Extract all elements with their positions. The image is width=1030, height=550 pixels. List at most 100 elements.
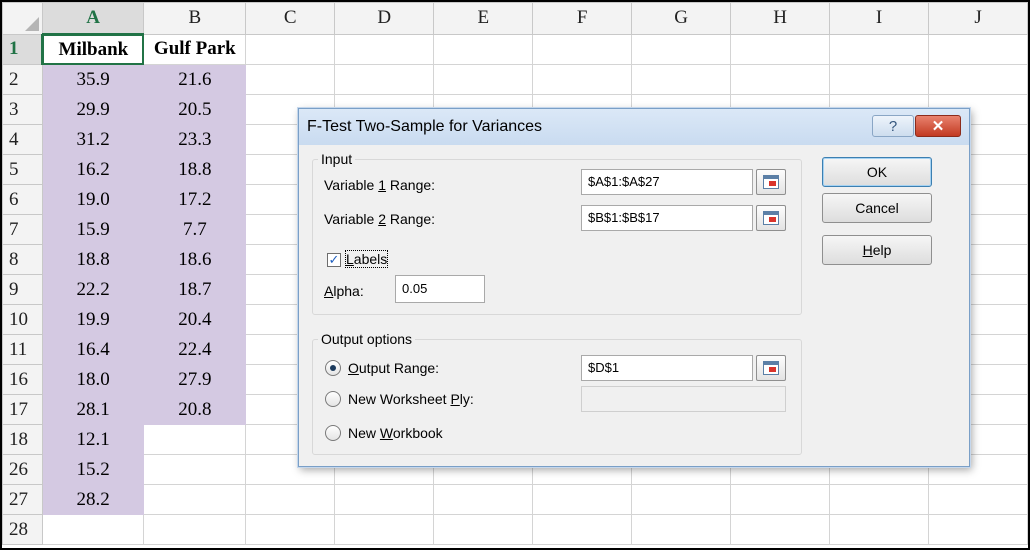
cell-a-10[interactable]: 19.9 — [41, 304, 145, 335]
labels-label[interactable]: Labels — [344, 250, 389, 268]
cell-h-27[interactable] — [730, 484, 831, 515]
cell-b-10[interactable]: 20.4 — [143, 304, 247, 335]
row-header[interactable]: 17 — [2, 394, 43, 425]
row-header[interactable]: 8 — [2, 244, 43, 275]
row-header[interactable]: 28 — [2, 514, 43, 545]
variable-1-range-picker-button[interactable] — [756, 169, 786, 195]
row-header[interactable]: 10 — [2, 304, 43, 335]
row-header[interactable]: 7 — [2, 214, 43, 245]
output-range-radio[interactable] — [325, 360, 341, 376]
cell-b-17[interactable]: 20.8 — [143, 394, 247, 425]
cell-i-28[interactable] — [829, 514, 930, 545]
cell-d-1[interactable] — [334, 33, 435, 65]
cell-a-8[interactable]: 18.8 — [41, 244, 145, 275]
cell-b-6[interactable]: 17.2 — [143, 184, 247, 215]
cell-a-27[interactable]: 28.2 — [41, 484, 145, 515]
row-header[interactable]: 27 — [2, 484, 43, 515]
cell-b-26[interactable] — [143, 454, 247, 485]
cell-a-18[interactable]: 12.1 — [41, 424, 145, 455]
row-header[interactable]: 11 — [2, 334, 43, 365]
cell-d-28[interactable] — [334, 514, 435, 545]
column-header-g[interactable]: G — [631, 2, 732, 35]
cell-a-16[interactable]: 18.0 — [41, 364, 145, 395]
new-workbook-label[interactable]: New Workbook — [348, 425, 443, 441]
cell-a-28[interactable] — [41, 514, 145, 545]
row-header[interactable]: 3 — [2, 94, 43, 125]
cell-h-2[interactable] — [730, 64, 831, 95]
column-header-d[interactable]: D — [334, 2, 435, 35]
cell-j-1[interactable] — [928, 33, 1028, 65]
cell-i-2[interactable] — [829, 64, 930, 95]
column-header-j[interactable]: J — [928, 2, 1028, 35]
row-header[interactable]: 2 — [2, 64, 43, 95]
column-header-i[interactable]: I — [829, 2, 930, 35]
help-button[interactable]: Help — [822, 235, 932, 265]
cell-j-28[interactable] — [928, 514, 1028, 545]
row-header[interactable]: 6 — [2, 184, 43, 215]
column-header-f[interactable]: F — [532, 2, 633, 35]
cell-g-2[interactable] — [631, 64, 732, 95]
cell-b-8[interactable]: 18.6 — [143, 244, 247, 275]
cell-f-28[interactable] — [532, 514, 633, 545]
cell-b-4[interactable]: 23.3 — [143, 124, 247, 155]
cell-b-16[interactable]: 27.9 — [143, 364, 247, 395]
cell-b-7[interactable]: 7.7 — [143, 214, 247, 245]
cell-d-2[interactable] — [334, 64, 435, 95]
new-worksheet-ply-radio[interactable] — [325, 391, 341, 407]
row-header[interactable]: 5 — [2, 154, 43, 185]
variable-2-range-picker-button[interactable] — [756, 205, 786, 231]
cell-a-17[interactable]: 28.1 — [41, 394, 145, 425]
cell-g-28[interactable] — [631, 514, 732, 545]
cell-c-1[interactable] — [245, 33, 336, 65]
cell-b-2[interactable]: 21.6 — [143, 64, 247, 95]
alpha-input[interactable]: 0.05 — [395, 275, 485, 303]
new-workbook-radio[interactable] — [325, 425, 341, 441]
cell-a-4[interactable]: 31.2 — [41, 124, 145, 155]
cell-e-1[interactable] — [433, 33, 534, 65]
cell-e-2[interactable] — [433, 64, 534, 95]
cell-e-28[interactable] — [433, 514, 534, 545]
cell-b-1[interactable]: Gulf Park — [143, 33, 247, 65]
cell-b-18[interactable] — [143, 424, 247, 455]
cell-b-28[interactable] — [143, 514, 247, 545]
column-header-h[interactable]: H — [730, 2, 831, 35]
cell-b-9[interactable]: 18.7 — [143, 274, 247, 305]
labels-checkbox[interactable]: ✓ — [327, 253, 341, 267]
cell-f-1[interactable] — [532, 33, 633, 65]
cell-a-3[interactable]: 29.9 — [41, 94, 145, 125]
row-header[interactable]: 18 — [2, 424, 43, 455]
cell-a-11[interactable]: 16.4 — [41, 334, 145, 365]
row-header[interactable]: 26 — [2, 454, 43, 485]
cell-d-27[interactable] — [334, 484, 435, 515]
cell-a-1[interactable]: Milbank — [41, 33, 145, 65]
column-header-c[interactable]: C — [245, 2, 336, 35]
cell-f-27[interactable] — [532, 484, 633, 515]
cell-b-3[interactable]: 20.5 — [143, 94, 247, 125]
output-range-label[interactable]: Output Range: — [348, 360, 439, 376]
ok-button[interactable]: OK — [822, 157, 932, 187]
cell-a-5[interactable]: 16.2 — [41, 154, 145, 185]
output-range-picker-button[interactable] — [756, 355, 786, 381]
cell-i-1[interactable] — [829, 33, 930, 65]
cell-b-11[interactable]: 22.4 — [143, 334, 247, 365]
column-header-e[interactable]: E — [433, 2, 534, 35]
column-header-b[interactable]: B — [143, 2, 247, 35]
cell-i-27[interactable] — [829, 484, 930, 515]
cancel-button[interactable]: Cancel — [822, 193, 932, 223]
cell-b-27[interactable] — [143, 484, 247, 515]
row-header[interactable]: 1 — [2, 33, 44, 65]
cell-h-1[interactable] — [730, 33, 831, 65]
variable-1-range-input[interactable]: $A$1:$A$27 — [581, 169, 753, 195]
row-header[interactable]: 9 — [2, 274, 43, 305]
row-header[interactable]: 4 — [2, 124, 43, 155]
cell-e-27[interactable] — [433, 484, 534, 515]
help-question-icon[interactable]: ? — [872, 115, 914, 137]
output-range-input[interactable]: $D$1 — [581, 355, 753, 381]
cell-g-1[interactable] — [631, 33, 732, 65]
cell-c-27[interactable] — [245, 484, 336, 515]
select-all-corner[interactable] — [2, 2, 43, 35]
cell-a-7[interactable]: 15.9 — [41, 214, 145, 245]
cell-a-26[interactable]: 15.2 — [41, 454, 145, 485]
cell-g-27[interactable] — [631, 484, 732, 515]
cell-j-2[interactable] — [928, 64, 1028, 95]
